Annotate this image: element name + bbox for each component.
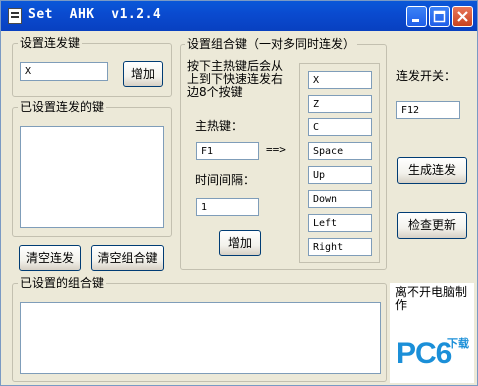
minimize-icon [412, 19, 419, 22]
main-key-label: 主热键： [195, 119, 244, 133]
set-keys-legend: 已设置连发的键 [18, 100, 107, 114]
trigger-key-input[interactable]: X [20, 62, 108, 81]
window-title: Set AHK v1.2.4 [28, 7, 162, 22]
main-key-input[interactable]: F1 [196, 142, 259, 160]
combo-key-input[interactable]: Right [308, 238, 372, 256]
minimize-button[interactable] [406, 6, 427, 27]
combo-key-input[interactable]: Left [308, 214, 372, 232]
combo-key-legend: 设置组合键（一对多同时连发） [185, 37, 358, 51]
watermark-sub: 下载 [447, 337, 469, 350]
combo-instruction: 按下主热键后会从上到下快速连发右边8个按键 [187, 59, 284, 99]
check-update-button[interactable]: 检查更新 [397, 212, 467, 239]
watermark-logo: PC6 [396, 337, 452, 370]
toggle-key-input[interactable]: F12 [396, 101, 460, 119]
arrow-indicator: ==> [266, 143, 286, 156]
clear-repeat-button[interactable]: 清空连发 [19, 245, 81, 271]
app-icon [8, 8, 22, 24]
interval-input[interactable]: 1 [196, 198, 259, 216]
add-trigger-button[interactable]: 增加 [123, 61, 163, 87]
interval-label: 时间间隔： [195, 173, 256, 187]
trigger-key-legend: 设置连发键 [18, 36, 83, 50]
add-combo-button[interactable]: 增加 [219, 230, 261, 256]
combo-key-input[interactable]: Space [308, 142, 372, 160]
app-window: Set AHK v1.2.4 设置连发键 X 增加 已设置连发的键 清空连发 清… [0, 0, 478, 386]
close-icon [457, 11, 468, 22]
combo-list[interactable] [20, 302, 381, 374]
combo-key-input[interactable]: X [308, 71, 372, 89]
combo-key-input[interactable]: Z [308, 95, 372, 113]
close-button[interactable] [452, 6, 473, 27]
clear-combo-button[interactable]: 清空组合键 [91, 245, 164, 271]
author-note: 离不开电脑制作 [395, 285, 468, 312]
combo-list-legend: 已设置的组合键 [18, 276, 107, 290]
maximize-button[interactable] [429, 6, 450, 27]
set-keys-list[interactable] [20, 126, 164, 228]
generate-button[interactable]: 生成连发 [397, 157, 467, 184]
combo-key-input[interactable]: Down [308, 190, 372, 208]
toggle-label: 连发开关： [396, 69, 457, 83]
title-bar[interactable]: Set AHK v1.2.4 [1, 1, 477, 31]
combo-key-input[interactable]: C [308, 118, 372, 136]
maximize-icon [433, 10, 446, 23]
combo-keys-panel [299, 63, 380, 263]
combo-key-input[interactable]: Up [308, 166, 372, 184]
